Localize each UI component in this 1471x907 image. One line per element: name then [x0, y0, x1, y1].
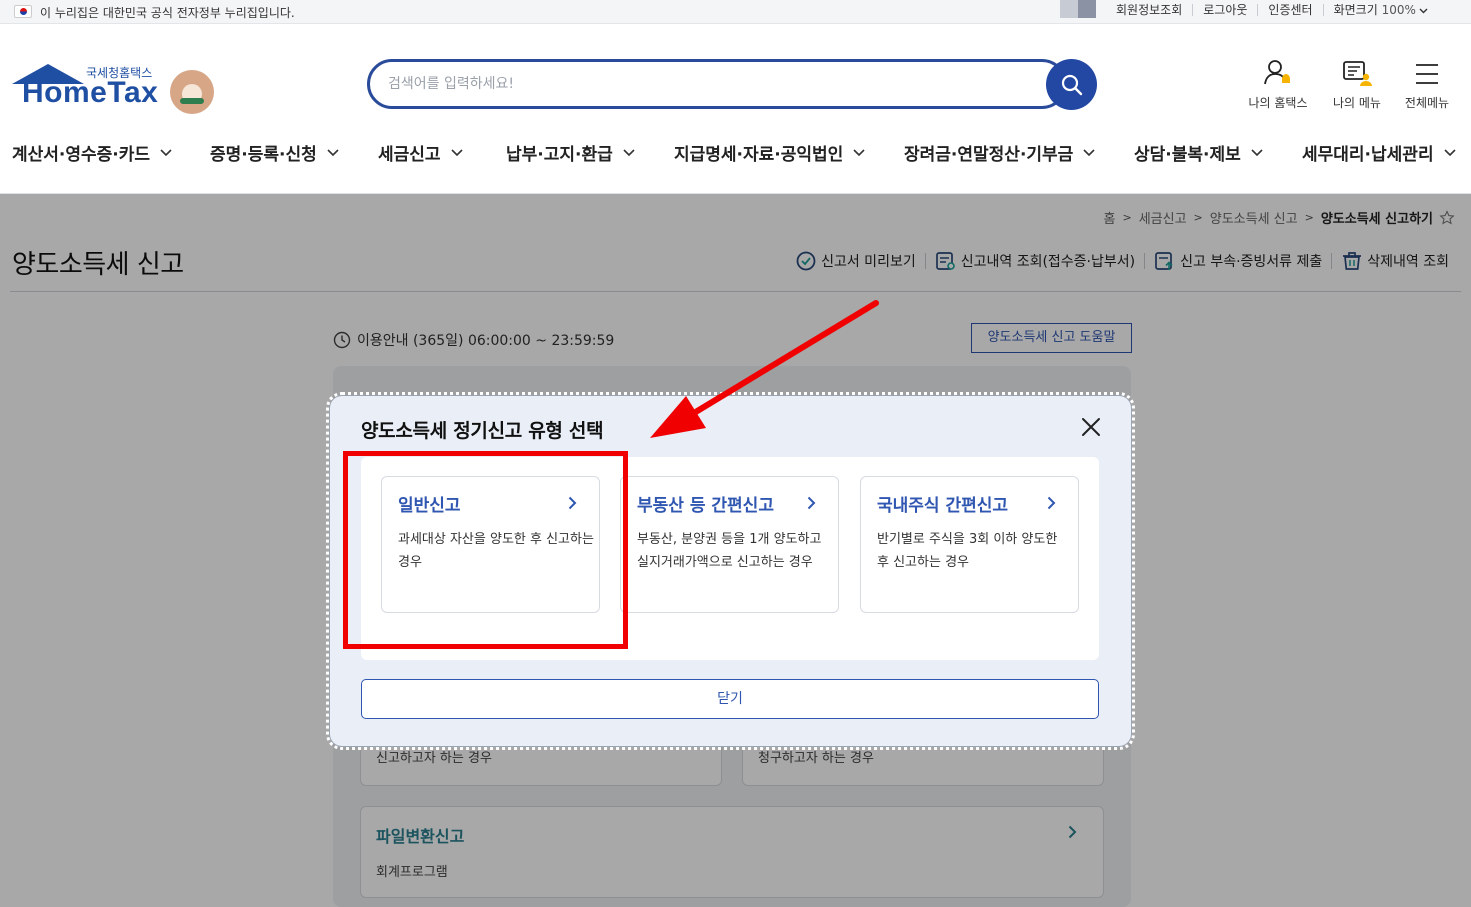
gnb-tax-agent[interactable]: 세무대리·납세관리	[1302, 140, 1456, 165]
korea-flag-icon	[14, 5, 32, 18]
my-menu-icon	[1343, 61, 1372, 86]
chevron-down-icon	[1083, 148, 1095, 156]
chevron-down-icon	[853, 148, 865, 156]
mascot-icon	[170, 70, 214, 114]
cert-center-link[interactable]: 인증센터	[1257, 4, 1322, 16]
gov-notice: 이 누리집은 대한민국 공식 전자정부 누리집입니다.	[40, 6, 295, 20]
chevron-down-icon	[327, 148, 339, 156]
chevron-down-icon	[450, 148, 463, 156]
gnb-certificate-registration[interactable]: 증명·등록·신청	[210, 140, 339, 165]
chevron-right-icon	[807, 496, 816, 510]
my-hometax-icon	[1264, 60, 1290, 85]
option-domestic-stock-simple[interactable]: 국내주식 간편신고 반기별로 주식을 3회 이하 양도한 후 신고하는 경우	[860, 476, 1079, 613]
my-menu-label: 나의 메뉴	[1333, 96, 1381, 110]
option-desc: 부동산, 분양권 등을 1개 양도하고 실지거래가액으로 신고하는 경우	[637, 532, 822, 570]
site-header: 국세청홈택스 HomeTax 나의 홈택스 나의 메뉴 전체메뉴 계산서·영수증…	[0, 24, 1471, 194]
chevron-down-icon	[623, 148, 635, 156]
gnb-label: 세무대리·납세관리	[1302, 145, 1434, 165]
option-desc: 반기별로 주식을 3회 이하 양도한 후 신고하는 경우	[877, 532, 1058, 570]
gnb-label: 증명·등록·신청	[210, 145, 317, 165]
font-size-value: 100%	[1381, 3, 1416, 17]
gnb-label: 상담·불복·제보	[1134, 145, 1241, 165]
global-nav: 계산서·영수증·카드 증명·등록·신청 세금신고 납부·고지·환급 지급명세·자…	[0, 140, 1471, 170]
gnb-invoice-receipt-card[interactable]: 계산서·영수증·카드	[12, 140, 172, 165]
all-menu-label: 전체메뉴	[1404, 96, 1450, 110]
option-title: 국내주식 간편신고	[877, 496, 1009, 516]
my-hometax-button[interactable]: 나의 홈택스	[1243, 58, 1313, 111]
modal-close-button[interactable]: 닫기	[361, 679, 1099, 719]
top-links: 회원정보조회 로그아웃 인증센터 화면크기 100%	[1106, 4, 1438, 16]
search-button[interactable]	[1046, 59, 1097, 110]
search-icon	[1061, 74, 1082, 95]
gnb-label: 장려금·연말정산·기부금	[904, 145, 1074, 165]
chevron-down-icon	[1251, 148, 1263, 156]
color-swatch[interactable]	[1060, 0, 1096, 18]
hometax-logo[interactable]: 국세청홈택스 HomeTax	[12, 60, 217, 120]
option-real-estate-simple[interactable]: 부동산 등 간편신고 부동산, 분양권 등을 1개 양도하고 실지거래가액으로 …	[620, 476, 839, 613]
gnb-label: 세금신고	[378, 145, 441, 165]
gnb-payment-refund[interactable]: 납부·고지·환급	[506, 140, 635, 165]
member-info-link[interactable]: 회원정보조회	[1106, 4, 1192, 16]
gnb-incentive-year-end[interactable]: 장려금·연말정산·기부금	[904, 140, 1095, 165]
annotation-highlight-box	[343, 451, 628, 649]
gnb-label: 납부·고지·환급	[506, 145, 613, 165]
my-hometax-label: 나의 홈택스	[1248, 96, 1308, 110]
gnb-payment-statement[interactable]: 지급명세·자료·공익법인	[674, 140, 865, 165]
search-input[interactable]	[388, 72, 1008, 96]
search-bar	[367, 59, 1067, 109]
font-size-control[interactable]: 화면크기 100%	[1322, 3, 1438, 17]
hamburger-menu-icon	[1416, 64, 1438, 84]
logo-brand: HomeTax	[22, 76, 159, 109]
chevron-right-icon	[1047, 496, 1056, 510]
all-menu-button[interactable]: 전체메뉴	[1392, 58, 1462, 111]
font-size-label: 화면크기	[1333, 3, 1378, 17]
gnb-label: 지급명세·자료·공익법인	[674, 145, 844, 165]
modal-title: 양도소득세 정기신고 유형 선택	[361, 420, 604, 442]
option-title: 부동산 등 간편신고	[637, 496, 774, 516]
close-icon[interactable]	[1078, 414, 1104, 440]
my-menu-button[interactable]: 나의 메뉴	[1322, 58, 1392, 111]
logout-link[interactable]: 로그아웃	[1192, 4, 1257, 16]
chevron-down-icon	[1419, 8, 1428, 14]
gnb-consult-appeal[interactable]: 상담·불복·제보	[1134, 140, 1263, 165]
gnb-tax-filing[interactable]: 세금신고	[378, 140, 463, 165]
chevron-down-icon	[160, 148, 172, 156]
gnb-label: 계산서·영수증·카드	[12, 145, 151, 165]
gov-banner: 이 누리집은 대한민국 공식 전자정부 누리집입니다. 회원정보조회 로그아웃 …	[0, 0, 1471, 24]
chevron-down-icon	[1444, 148, 1456, 156]
